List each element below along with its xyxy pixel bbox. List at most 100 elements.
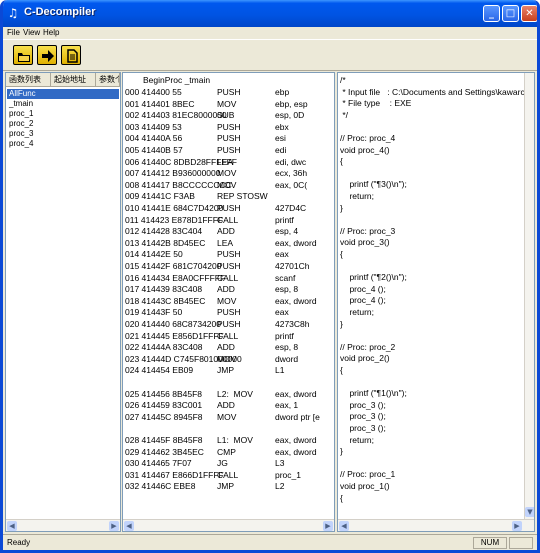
assembly-line[interactable]: 002 414403 81EC8000000 SUB esp, 0D bbox=[123, 110, 334, 121]
source-line[interactable]: } bbox=[340, 319, 524, 330]
source-line[interactable]: proc_3 (); bbox=[340, 423, 524, 434]
source-line[interactable]: printf ("¶3()\n"); bbox=[340, 179, 524, 190]
source-line[interactable]: return; bbox=[340, 191, 524, 202]
source-line[interactable]: /* bbox=[340, 75, 524, 86]
assembly-line[interactable]: 010 41441E 684C7D4200 PUSH 427D4C bbox=[123, 203, 334, 214]
assembly-hscrollbar[interactable]: ◀ ▶ bbox=[123, 519, 334, 531]
assembly-line[interactable]: 026 414459 83C001 ADD eax, 1 bbox=[123, 400, 334, 411]
function-list-item-proc-3[interactable]: proc_3 bbox=[7, 129, 119, 139]
scroll-right-arrow-icon[interactable]: ▶ bbox=[512, 521, 522, 531]
function-list-hscrollbar[interactable]: ◀ ▶ bbox=[6, 519, 120, 531]
assembly-line[interactable]: 023 41444D C745F801000000 MOV dword bbox=[123, 354, 334, 365]
source-line[interactable] bbox=[340, 458, 524, 469]
source-line[interactable]: // Proc: proc_1 bbox=[340, 469, 524, 480]
scroll-down-arrow-icon[interactable]: ▼ bbox=[525, 507, 534, 517]
assembly-line[interactable]: 007 414412 B936000000 MOV ecx, 36h bbox=[123, 168, 334, 179]
assembly-line[interactable]: 012 414428 83C404 ADD esp, 4 bbox=[123, 226, 334, 237]
source-line[interactable]: printf ("¶2()\n"); bbox=[340, 272, 524, 283]
source-line[interactable] bbox=[340, 261, 524, 272]
assembly-line[interactable]: 031 414467 E866D1FFFF CALL proc_1 bbox=[123, 470, 334, 481]
assembly-line[interactable] bbox=[123, 377, 334, 388]
source-hscrollbar[interactable]: ◀ ▶ bbox=[338, 519, 534, 531]
export-button[interactable] bbox=[61, 45, 81, 65]
source-line[interactable]: * Input file : C:\Documents and Settings… bbox=[340, 87, 524, 98]
source-line[interactable]: proc_4 (); bbox=[340, 295, 524, 306]
source-line[interactable]: void proc_3() bbox=[340, 237, 524, 248]
source-line[interactable]: proc_3 (); bbox=[340, 411, 524, 422]
minimize-button[interactable]: _ bbox=[483, 5, 500, 22]
source-line[interactable]: return; bbox=[340, 435, 524, 446]
assembly-line[interactable]: 018 41443C 8B45EC MOV eax, dword bbox=[123, 296, 334, 307]
source-line[interactable]: { bbox=[340, 156, 524, 167]
assembly-line[interactable]: 017 414439 83C408 ADD esp, 8 bbox=[123, 284, 334, 295]
assembly-line[interactable]: 006 41440C 8DBD28FFFFFF LEA edi, dwc bbox=[123, 157, 334, 168]
assembly-line[interactable]: 025 414456 8B45F8 L2: MOV eax, dword bbox=[123, 389, 334, 400]
assembly-line[interactable]: 030 414465 7F07 JG L3 bbox=[123, 458, 334, 469]
decompile-button[interactable] bbox=[37, 45, 57, 65]
assembly-line[interactable]: 015 41442F 681C704200 PUSH 42701Ch bbox=[123, 261, 334, 272]
source-line[interactable]: printf ("¶1()\n"); bbox=[340, 388, 524, 399]
assembly-line[interactable]: 020 414440 68C8734200 PUSH 4273C8h bbox=[123, 319, 334, 330]
source-line[interactable]: * File type : EXE bbox=[340, 98, 524, 109]
scroll-left-arrow-icon[interactable]: ◀ bbox=[124, 521, 134, 531]
source-line[interactable]: } bbox=[340, 446, 524, 457]
close-button[interactable]: ✕ bbox=[521, 5, 537, 22]
function-list-item-allfunc[interactable]: AllFunc bbox=[7, 89, 119, 99]
assembly-line[interactable]: 009 41441C F3AB REP STOSW bbox=[123, 191, 334, 202]
scroll-left-arrow-icon[interactable]: ◀ bbox=[7, 521, 17, 531]
open-button[interactable] bbox=[13, 45, 33, 65]
assembly-line[interactable]: 008 414417 B8CCCCCCCC MOV eax, 0C( bbox=[123, 180, 334, 191]
assembly-line[interactable]: 000 414400 55 PUSH ebp bbox=[123, 87, 334, 98]
source-line[interactable]: { bbox=[340, 493, 524, 504]
column-start-address[interactable]: 起始地址 bbox=[51, 73, 96, 87]
source-line[interactable]: // Proc: proc_4 bbox=[340, 133, 524, 144]
assembly-line[interactable]: 027 41445C 8945F8 MOV dword ptr [e bbox=[123, 412, 334, 423]
source-line[interactable]: // Proc: proc_2 bbox=[340, 342, 524, 353]
menu-help[interactable]: Help bbox=[43, 27, 59, 38]
function-list-item-proc-4[interactable]: proc_4 bbox=[7, 139, 119, 149]
source-line[interactable]: { bbox=[340, 249, 524, 260]
source-line[interactable]: proc_4 (); bbox=[340, 284, 524, 295]
column-function-list[interactable]: 函数列表 bbox=[6, 73, 51, 87]
assembly-line[interactable]: 014 41442E 50 PUSH eax bbox=[123, 249, 334, 260]
source-line[interactable] bbox=[340, 377, 524, 388]
assembly-line[interactable]: 004 41440A 56 PUSH esi bbox=[123, 133, 334, 144]
assembly-line[interactable]: 032 41446C EBE8 JMP L2 bbox=[123, 481, 334, 492]
assembly-line[interactable]: 028 41445F 8B45F8 L1: MOV eax, dword bbox=[123, 435, 334, 446]
source-line[interactable] bbox=[340, 330, 524, 341]
function-list-item-tmain[interactable]: _tmain bbox=[7, 99, 119, 109]
assembly-line[interactable] bbox=[123, 423, 334, 434]
assembly-line[interactable]: 024 414454 EB09 JMP L1 bbox=[123, 365, 334, 376]
source-line[interactable]: void proc_1() bbox=[340, 481, 524, 492]
assembly-line[interactable]: 001 414401 8BEC MOV ebp, esp bbox=[123, 99, 334, 110]
assembly-line[interactable]: 011 414423 E878D1FFFF CALL printf bbox=[123, 215, 334, 226]
maximize-button[interactable]: □ bbox=[502, 5, 519, 22]
assembly-line[interactable]: 021 414445 E856D1FFFF CALL printf bbox=[123, 331, 334, 342]
menu-file[interactable]: File bbox=[7, 27, 20, 38]
source-line[interactable] bbox=[340, 121, 524, 132]
source-line[interactable]: { bbox=[340, 365, 524, 376]
function-list-item-proc-1[interactable]: proc_1 bbox=[7, 109, 119, 119]
assembly-line[interactable]: 005 41440B 57 PUSH edi bbox=[123, 145, 334, 156]
source-line[interactable]: // Proc: proc_3 bbox=[340, 226, 524, 237]
title-bar[interactable]: ♫ C-Decompiler _ □ ✕ bbox=[3, 0, 537, 27]
source-line[interactable]: void proc_4() bbox=[340, 145, 524, 156]
column-param-count[interactable]: 参数个 bbox=[96, 73, 120, 87]
scroll-right-arrow-icon[interactable]: ▶ bbox=[323, 521, 333, 531]
assembly-line[interactable]: 003 414409 53 PUSH ebx bbox=[123, 122, 334, 133]
assembly-line[interactable]: 022 41444A 83C408 ADD esp, 8 bbox=[123, 342, 334, 353]
scroll-left-arrow-icon[interactable]: ◀ bbox=[339, 521, 349, 531]
source-line[interactable]: */ bbox=[340, 110, 524, 121]
scroll-right-arrow-icon[interactable]: ▶ bbox=[109, 521, 119, 531]
source-line[interactable] bbox=[340, 168, 524, 179]
assembly-line[interactable]: 019 41443F 50 PUSH eax bbox=[123, 307, 334, 318]
source-line[interactable]: proc_3 (); bbox=[340, 400, 524, 411]
function-list-item-proc-2[interactable]: proc_2 bbox=[7, 119, 119, 129]
assembly-line[interactable]: 029 414462 3B45EC CMP eax, dword bbox=[123, 447, 334, 458]
menu-view[interactable]: View bbox=[23, 27, 40, 38]
source-line[interactable]: return; bbox=[340, 307, 524, 318]
source-line[interactable]: } bbox=[340, 203, 524, 214]
source-line[interactable]: void proc_2() bbox=[340, 353, 524, 364]
source-line[interactable] bbox=[340, 214, 524, 225]
assembly-line[interactable]: 016 414434 E8A0CFFFFF CALL scanf bbox=[123, 273, 334, 284]
